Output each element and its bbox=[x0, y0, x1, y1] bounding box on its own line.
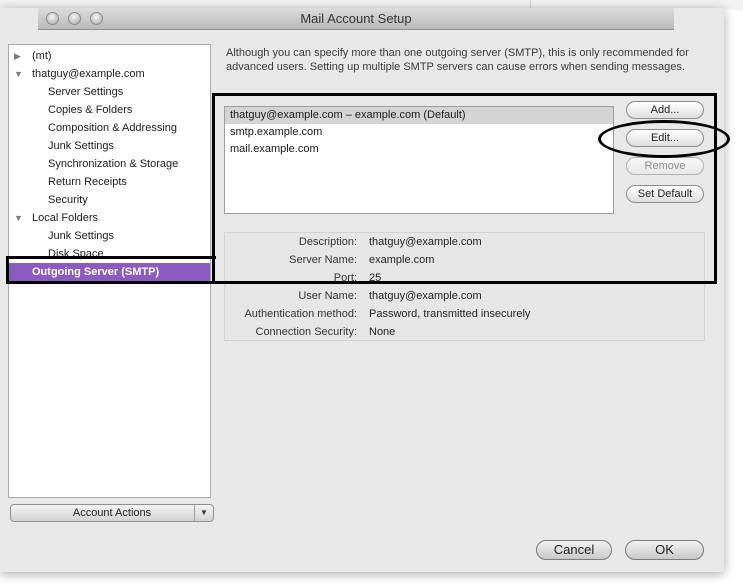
sidebar-item-copies-folders[interactable]: Copies & Folders bbox=[9, 101, 210, 119]
add-server-button[interactable]: Add... bbox=[626, 101, 704, 119]
title-bar[interactable]: Mail Account Setup bbox=[38, 8, 674, 30]
smtp-server-list[interactable]: thatguy@example.com – example.com (Defau… bbox=[224, 106, 614, 214]
account-actions-label: Account Actions bbox=[72, 507, 152, 519]
account-tree: ▶ (mt) ▼ thatguy@example.com Server Sett… bbox=[8, 44, 211, 498]
set-default-button[interactable]: Set Default bbox=[626, 185, 704, 203]
sidebar-item-local-junk-settings[interactable]: Junk Settings bbox=[9, 227, 210, 245]
server-details-panel: Description: thatguy@example.com Server … bbox=[224, 232, 705, 341]
detail-row-server-name: Server Name: example.com bbox=[289, 254, 435, 266]
sidebar-item-account[interactable]: ▼ thatguy@example.com bbox=[9, 65, 210, 83]
disclosure-triangle-icon[interactable]: ▼ bbox=[14, 209, 23, 227]
sidebar-item-composition[interactable]: Composition & Addressing bbox=[9, 119, 210, 137]
list-item[interactable]: mail.example.com bbox=[225, 141, 613, 158]
disclosure-triangle-icon[interactable]: ▼ bbox=[14, 65, 23, 83]
sidebar-item-junk-settings[interactable]: Junk Settings bbox=[9, 137, 210, 155]
list-item[interactable]: smtp.example.com bbox=[225, 124, 613, 141]
smtp-description: Although you can specify more than one o… bbox=[226, 47, 689, 73]
detail-row-description: Description: thatguy@example.com bbox=[298, 236, 482, 248]
sidebar-item-return-receipts[interactable]: Return Receipts bbox=[9, 173, 210, 191]
sidebar-item-mt[interactable]: ▶ (mt) bbox=[9, 47, 210, 65]
sidebar-item-disk-space[interactable]: Disk Space bbox=[9, 245, 210, 263]
sidebar-item-outgoing-server[interactable]: Outgoing Server (SMTP) bbox=[9, 263, 210, 281]
sidebar-item-sync-storage[interactable]: Synchronization & Storage bbox=[9, 155, 210, 173]
account-actions-button[interactable]: Account Actions ▼ bbox=[10, 504, 214, 522]
disclosure-triangle-icon[interactable]: ▶ bbox=[14, 47, 21, 65]
cancel-button[interactable]: Cancel bbox=[536, 540, 612, 560]
sidebar-item-local-folders[interactable]: ▼ Local Folders bbox=[9, 209, 210, 227]
list-item[interactable]: thatguy@example.com – example.com (Defau… bbox=[225, 107, 613, 124]
edit-server-button[interactable]: Edit... bbox=[626, 129, 704, 147]
window-title: Mail Account Setup bbox=[300, 11, 412, 26]
detail-row-auth-method: Authentication method: Password, transmi… bbox=[244, 308, 531, 320]
mail-account-setup-window: Mail Account Setup ▶ (mt) ▼ thatguy@exam… bbox=[0, 8, 724, 572]
chevron-down-icon: ▼ bbox=[194, 505, 213, 521]
detail-row-connection-security: Connection Security: None bbox=[255, 326, 396, 338]
detail-row-port: Port: 25 bbox=[333, 272, 382, 284]
ok-button[interactable]: OK bbox=[625, 540, 704, 560]
sidebar-item-security[interactable]: Security bbox=[9, 191, 210, 209]
sidebar-item-server-settings[interactable]: Server Settings bbox=[9, 83, 210, 101]
remove-server-button[interactable]: Remove bbox=[626, 157, 704, 175]
detail-row-user-name: User Name: thatguy@example.com bbox=[298, 290, 482, 302]
